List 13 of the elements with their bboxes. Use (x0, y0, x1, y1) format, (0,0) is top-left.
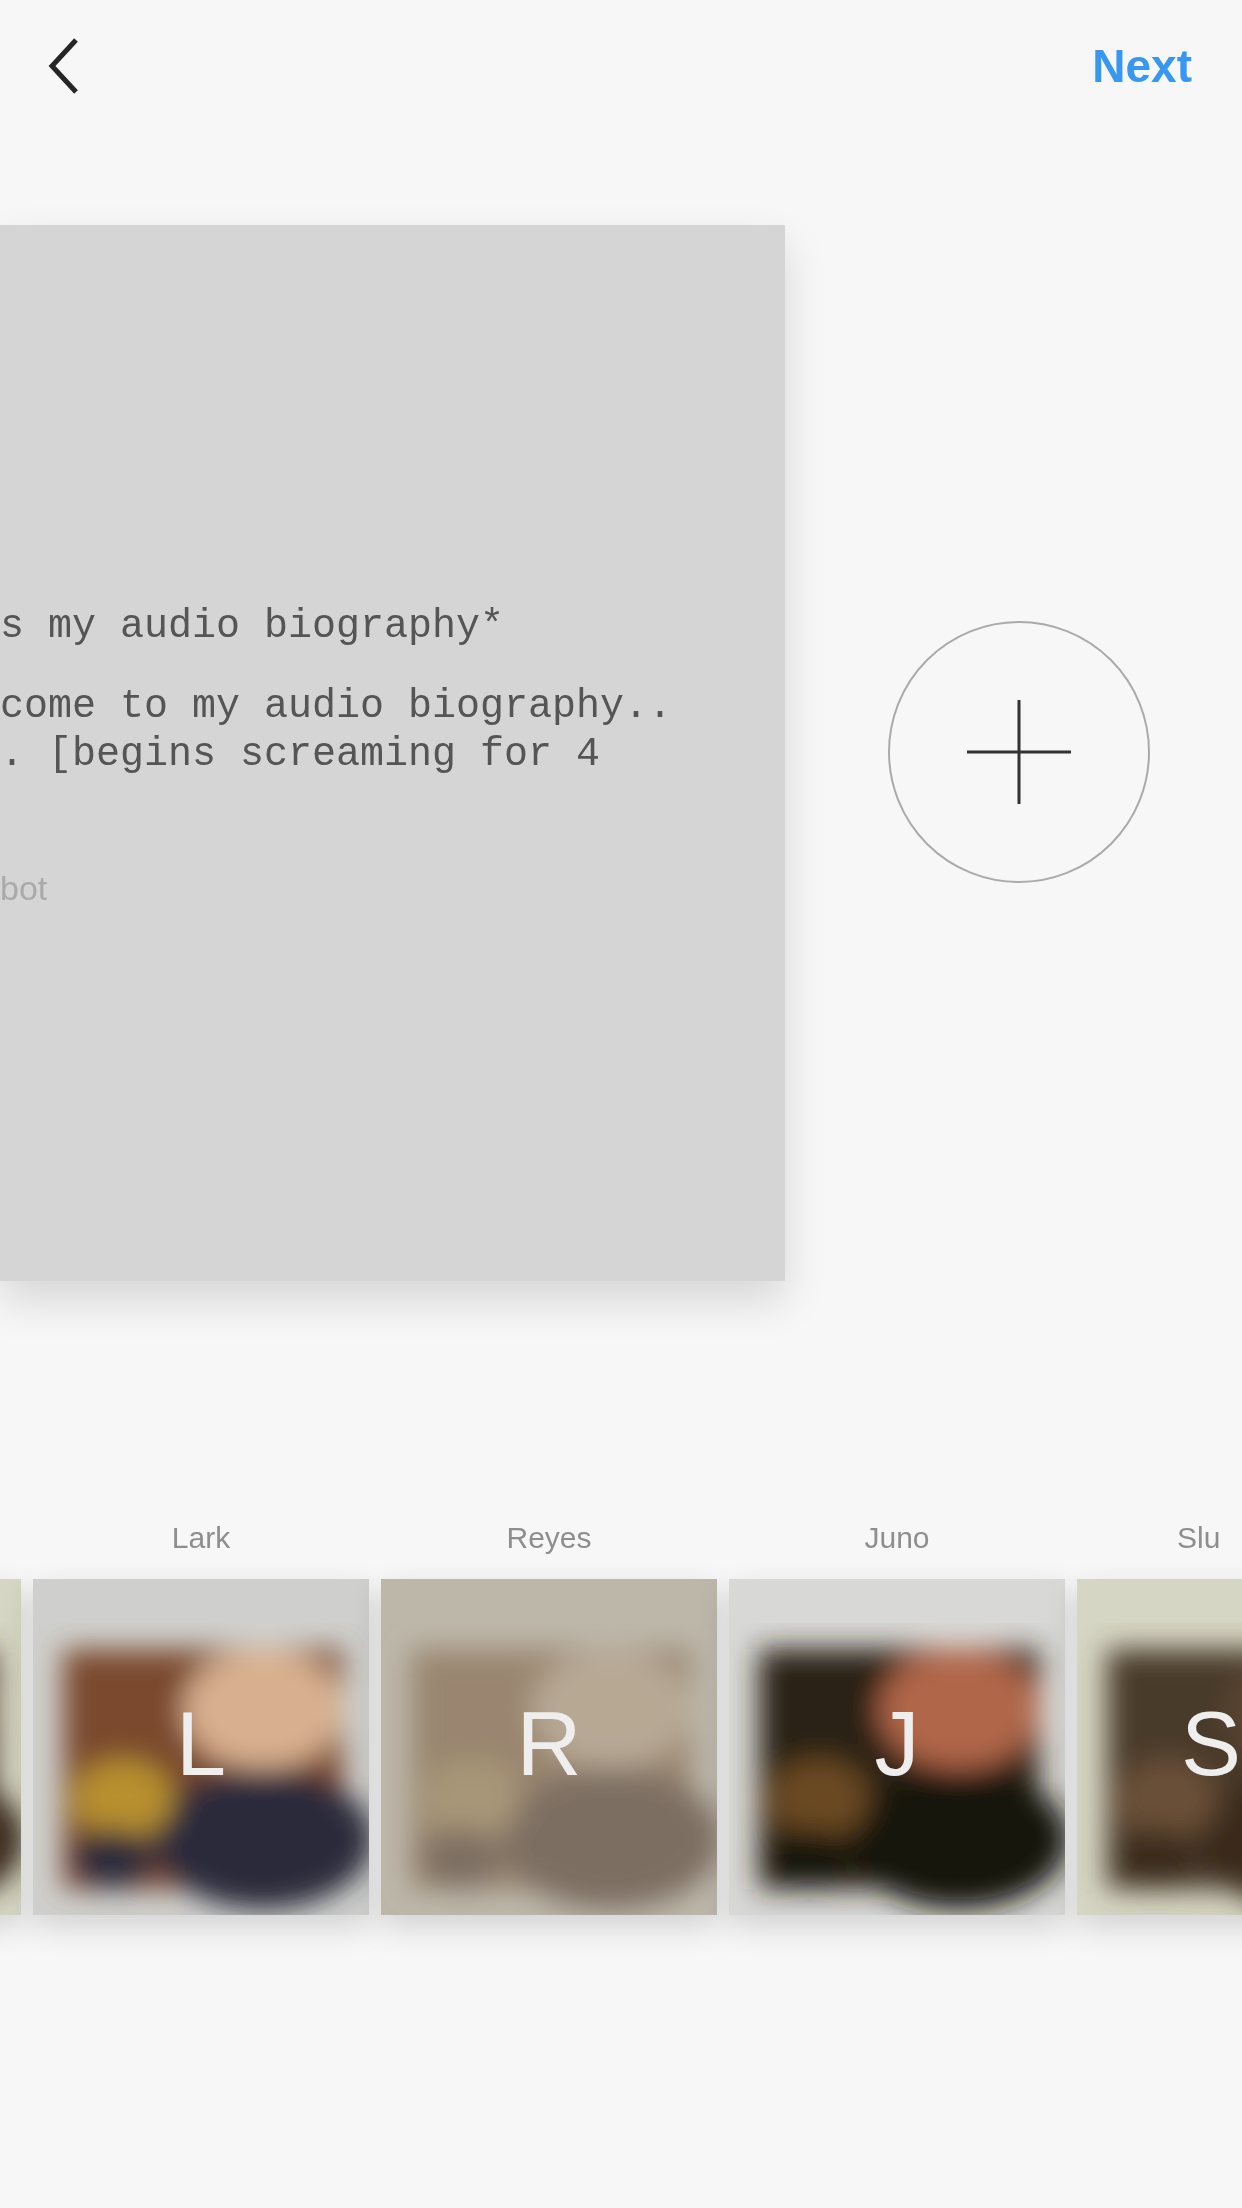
filter-initial: R (515, 1694, 583, 1794)
filter-name: Lark (171, 1520, 231, 1556)
filter-name: Reyes (506, 1520, 592, 1556)
post-text-line: s my audio biography* (0, 603, 506, 651)
filter-name: Juno (864, 1520, 930, 1556)
post-text-line: . [begins screaming for 4 (0, 731, 602, 779)
filter-initial: J (873, 1694, 921, 1794)
filter-initial: L (174, 1694, 228, 1794)
filter-name: Slu (1176, 1520, 1221, 1556)
post-text-line: come to my audio biography.. (0, 683, 674, 731)
filter-initial: S (1181, 1694, 1242, 1794)
plus-icon (966, 700, 1071, 804)
next-button[interactable]: Next (1092, 39, 1192, 93)
